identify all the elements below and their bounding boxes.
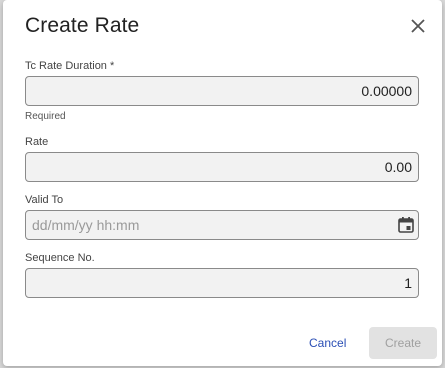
valid-to-label: Valid To	[25, 194, 64, 206]
tc-rate-duration-label: Tc Rate Duration *	[25, 60, 115, 72]
cancel-button[interactable]: Cancel	[309, 336, 346, 350]
tc-rate-duration-field[interactable]	[25, 76, 419, 106]
tc-rate-duration-input[interactable]	[26, 77, 418, 105]
sequence-no-label: Sequence No.	[25, 252, 95, 264]
valid-to-input[interactable]	[26, 211, 418, 239]
dialog-title: Create Rate	[25, 14, 140, 37]
rate-label: Rate	[25, 136, 49, 148]
valid-to-field[interactable]	[25, 210, 419, 240]
tc-rate-duration-hint: Required	[25, 111, 66, 122]
calendar-icon[interactable]	[397, 216, 415, 234]
create-button[interactable]: Create	[369, 327, 437, 359]
close-icon[interactable]	[407, 15, 429, 37]
sequence-no-field[interactable]	[25, 268, 419, 298]
rate-field[interactable]	[25, 152, 419, 182]
rate-input[interactable]	[26, 153, 418, 181]
sequence-no-input[interactable]	[26, 269, 418, 297]
create-rate-dialog: Create Rate Tc Rate Duration * Required …	[3, 0, 442, 366]
